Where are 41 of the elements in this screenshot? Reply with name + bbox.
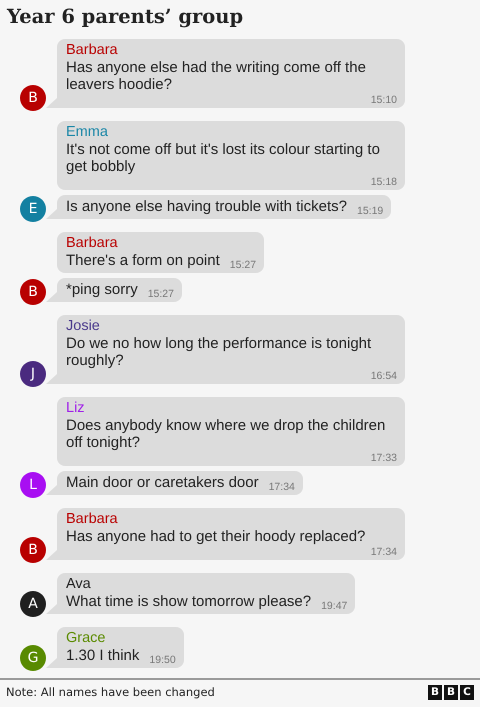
sender-name: Emma	[66, 124, 109, 141]
message-text: What time is show tomorrow please?	[66, 593, 312, 610]
avatar: B	[20, 85, 46, 111]
message-text: 1.30 I think	[66, 647, 140, 664]
message-time: 15:10	[370, 94, 397, 107]
message-text: It's not come off but it's lost its colour starting to get bobbly	[66, 141, 381, 175]
message-time: 17:34	[370, 546, 397, 559]
footnote: Note: All names have been changed	[6, 684, 215, 701]
message-text: Does anybody know where we drop the children off tonight?	[66, 417, 386, 451]
message-text: Has anyone had to get their hoody replaced?	[66, 528, 366, 545]
message-time: 17:33	[370, 452, 397, 465]
avatar: E	[20, 196, 46, 222]
avatar: A	[20, 591, 46, 617]
avatar: J	[20, 361, 46, 387]
message-time: 15:18	[370, 176, 397, 189]
message-text: *ping sorry	[66, 281, 138, 298]
avatar: G	[20, 645, 46, 671]
message-time: 15:27	[146, 288, 174, 301]
avatar: B	[20, 279, 46, 305]
avatar: B	[20, 537, 46, 563]
message-time: 15:19	[356, 205, 384, 218]
avatar: L	[20, 472, 46, 498]
sender-name: Liz	[66, 400, 86, 417]
sender-name: Ava	[66, 576, 92, 593]
sender-name: Barbara	[66, 42, 119, 59]
broadcaster-logo: B B C	[428, 684, 474, 700]
sender-name: Grace	[66, 630, 106, 647]
message-text: There's a form on point	[66, 252, 220, 269]
message-time: 19:50	[148, 654, 176, 667]
message-time: 16:54	[370, 370, 397, 383]
message-text: Is anyone else having trouble with tickets?	[66, 198, 347, 215]
message-text: Has anyone else had the writing come off the leavers hoodie?	[66, 59, 367, 93]
message-time: 17:34	[268, 481, 295, 494]
message-time: 19:47	[320, 600, 348, 613]
message-time: 15:27	[228, 259, 256, 272]
sender-name: Barbara	[66, 235, 119, 252]
sender-name: Barbara	[66, 511, 119, 528]
chat-title: Year 6 parents’ group	[7, 4, 244, 30]
message-text: Do we no how long the performance is tonight roughly?	[66, 335, 372, 369]
message-text: Main door or caretakers door	[66, 474, 259, 491]
sender-name: Josie	[66, 318, 101, 335]
